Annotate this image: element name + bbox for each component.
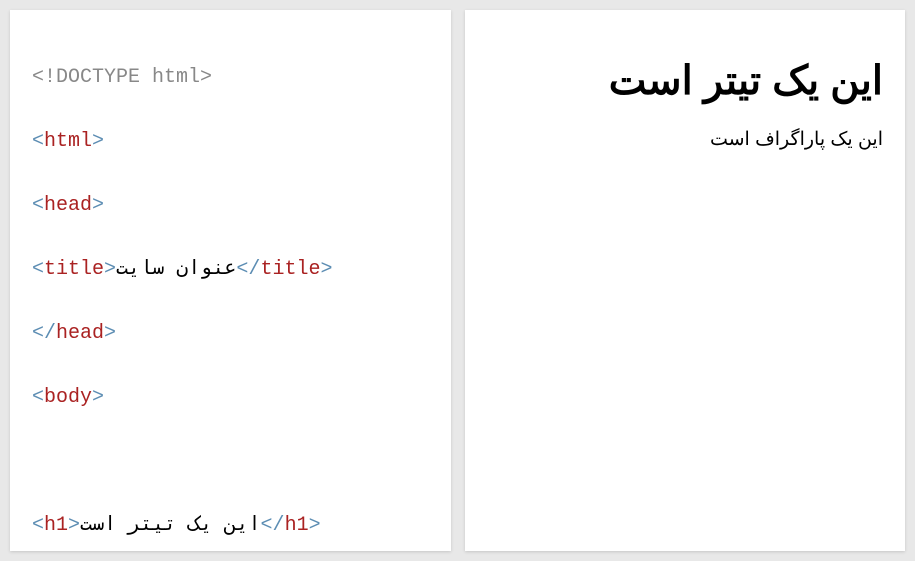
bracket: </ xyxy=(261,514,285,537)
head-close-line: </head> xyxy=(32,318,429,350)
bracket: > xyxy=(320,258,332,281)
preview-panel: این یک تیتر است این یک پاراگراف است xyxy=(465,10,906,551)
bracket: < xyxy=(32,514,44,537)
preview-paragraph: این یک پاراگراف است xyxy=(487,128,884,151)
bracket: < xyxy=(32,130,44,153)
tag-body: body xyxy=(44,386,92,409)
preview-heading: این یک تیتر است xyxy=(487,58,884,104)
bracket: < xyxy=(32,258,44,281)
doctype-line: <!DOCTYPE html> xyxy=(32,62,429,94)
bracket: > xyxy=(309,514,321,537)
title-line: <title>عنوان سایت</title> xyxy=(32,254,429,286)
tag-title-close: title xyxy=(260,258,320,281)
bracket: > xyxy=(92,194,104,217)
h1-line: <h1>این یک تیتر است</h1> xyxy=(32,510,429,542)
tag-title: title xyxy=(44,258,104,281)
tag-head-close: head xyxy=(56,322,104,345)
bracket: > xyxy=(92,386,104,409)
blank-line xyxy=(32,446,429,478)
bracket: </ xyxy=(32,322,56,345)
html-open-line: <html> xyxy=(32,126,429,158)
tag-h1-close: h1 xyxy=(285,514,309,537)
title-text: عنوان سایت xyxy=(116,258,236,281)
tag-h1: h1 xyxy=(44,514,68,537)
code-panel: <!DOCTYPE html> <html> <head> <title>عنو… xyxy=(10,10,451,551)
h1-text: این یک تیتر است xyxy=(80,514,261,537)
doctype-text: <!DOCTYPE html> xyxy=(32,66,212,89)
bracket: > xyxy=(104,258,116,281)
bracket: < xyxy=(32,194,44,217)
bracket: < xyxy=(32,386,44,409)
bracket: > xyxy=(104,322,116,345)
tag-html: html xyxy=(44,130,92,153)
tag-head: head xyxy=(44,194,92,217)
bracket: > xyxy=(68,514,80,537)
body-open-line: <body> xyxy=(32,382,429,414)
bracket: > xyxy=(92,130,104,153)
head-open-line: <head> xyxy=(32,190,429,222)
bracket: </ xyxy=(236,258,260,281)
